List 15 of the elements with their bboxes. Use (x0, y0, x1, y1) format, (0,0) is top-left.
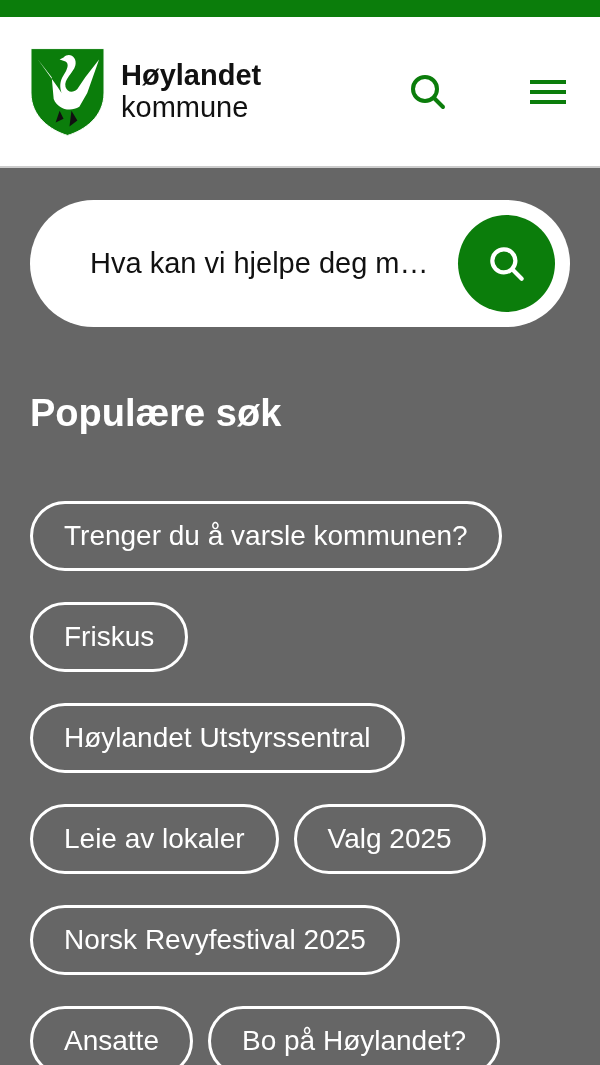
swan-crest-icon (30, 46, 105, 137)
popular-search-link[interactable]: Trenger du å varsle kommunen? (30, 500, 502, 571)
popular-search-link[interactable]: Høylandet Utstyrssentral (30, 702, 405, 773)
search-field[interactable]: Hva kan vi hjelpe deg m… (30, 200, 570, 327)
municipality-name: Høylandet (121, 58, 262, 93)
home-link[interactable]: Høylandet kommune (30, 46, 406, 137)
popular-search-link[interactable]: Ansatte (30, 1005, 193, 1065)
popular-search-link[interactable]: Leie av lokaler (30, 803, 279, 874)
popular-search-link[interactable]: Friskus (30, 601, 189, 672)
popular-search-link[interactable]: Valg 2025 (293, 803, 486, 874)
section-heading: Populære søk (30, 393, 283, 435)
popular-search-link[interactable]: Bo på Høylandet? (207, 1005, 501, 1065)
menu-icon (530, 77, 566, 106)
popular-search-link[interactable]: Norsk Revyfestival 2025 (30, 904, 400, 975)
municipality-subtitle: kommune (121, 92, 250, 125)
